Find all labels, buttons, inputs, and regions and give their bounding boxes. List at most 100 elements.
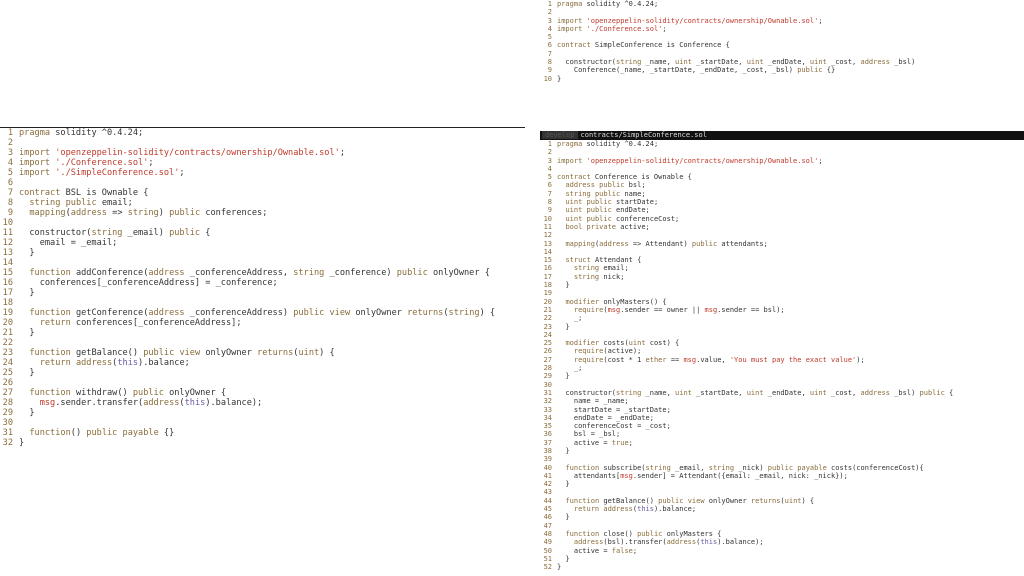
code-line[interactable]: 3 import 'openzeppelin-solidity/contracts… <box>0 148 525 158</box>
code-line[interactable]: 8 uint public startDate; <box>540 198 1024 206</box>
code-line[interactable]: 49 address(bsl).transfer(address(this).b… <box>540 538 1024 546</box>
code-line[interactable]: 24 <box>540 331 1024 339</box>
code-line[interactable]: 5 import './SimpleConference.sol'; <box>0 168 525 178</box>
code-line[interactable]: 1 pragma solidity ^0.4.24; <box>540 140 1024 148</box>
code-line[interactable]: 31 constructor(string _name, uint _start… <box>540 389 1024 397</box>
code-line[interactable]: 18 } <box>540 281 1024 289</box>
code-line[interactable]: 33 startDate = _startDate; <box>540 406 1024 414</box>
code-line[interactable]: 26 require(active); <box>540 347 1024 355</box>
code-line[interactable]: 20 return conferences[_conferenceAddress… <box>0 318 525 328</box>
code-line[interactable]: 9 mapping(address => string) public conf… <box>0 208 525 218</box>
code-line[interactable]: 42 } <box>540 480 1024 488</box>
code-line[interactable]: 24 return address(this).balance; <box>0 358 525 368</box>
code-line[interactable]: 26 <box>0 378 525 388</box>
code-line[interactable]: 44 function getBalance() public view onl… <box>540 497 1024 505</box>
code-line[interactable]: 14 <box>0 258 525 268</box>
code-line[interactable]: 23 } <box>540 323 1024 331</box>
code-line[interactable]: 4 <box>540 165 1024 173</box>
code-line[interactable]: 30 <box>540 381 1024 389</box>
code-line[interactable]: 4 import './Conference.sol'; <box>0 158 525 168</box>
code-line[interactable]: 32 name = _name; <box>540 397 1024 405</box>
code-line[interactable]: 40 function subscribe(string _email, str… <box>540 464 1024 472</box>
code-line[interactable]: 18 <box>0 298 525 308</box>
code-line[interactable]: 50 active = false; <box>540 547 1024 555</box>
code-line[interactable]: 37 active = true; <box>540 439 1024 447</box>
code-line[interactable]: 25 } <box>0 368 525 378</box>
code-line[interactable]: 21 require(msg.sender == owner || msg.se… <box>540 306 1024 314</box>
code-line[interactable]: 12 <box>540 231 1024 239</box>
code-line[interactable]: 38 } <box>540 447 1024 455</box>
code-line[interactable]: 2 <box>0 138 525 148</box>
file-path-tab[interactable]: contracts/SimpleConference.sol <box>578 131 710 139</box>
code-body[interactable]: 1 pragma solidity ^0.4.24; 2 3 import 'openz… <box>540 0 1024 83</box>
code-line[interactable]: 7 contract BSL is Ownable { <box>0 188 525 198</box>
code-body[interactable]: 1 pragma solidity ^0.4.24; 2 3 import 'openz… <box>0 128 525 448</box>
code-line[interactable]: 16 conferences[_conferenceAddress] = _co… <box>0 278 525 288</box>
code-line[interactable]: 8 constructor(string _name, uint _startD… <box>540 58 1024 66</box>
code-line[interactable]: 21 } <box>0 328 525 338</box>
code-line[interactable]: 39 <box>540 455 1024 463</box>
code-line[interactable]: 51 } <box>540 555 1024 563</box>
code-line[interactable]: 1 pragma solidity ^0.4.24; <box>540 0 1024 8</box>
code-line[interactable]: 32} <box>0 438 525 448</box>
code-line[interactable]: 4 import './Conference.sol'; <box>540 25 1024 33</box>
code-line[interactable]: 45 return address(this).balance; <box>540 505 1024 513</box>
code-line[interactable]: 52} <box>540 563 1024 571</box>
code-line[interactable]: 20 modifier onlyMasters() { <box>540 298 1024 306</box>
code-line[interactable]: 12 email = _email; <box>0 238 525 248</box>
code-line[interactable]: 27 require(cost * 1 ether == msg.value, … <box>540 356 1024 364</box>
editor-pane-conference[interactable]: develop contracts/SimpleConference.sol 1p… <box>540 131 1024 576</box>
code-line[interactable]: 23 function getBalance() public view onl… <box>0 348 525 358</box>
code-line[interactable]: 5 contract Conference is Ownable { <box>540 173 1024 181</box>
code-line[interactable]: 6 <box>0 178 525 188</box>
code-line[interactable]: 9 uint public endDate; <box>540 206 1024 214</box>
code-line[interactable]: 3 import 'openzeppelin-solidity/contracts… <box>540 157 1024 165</box>
code-line[interactable]: 46 } <box>540 513 1024 521</box>
code-line[interactable]: 22 _; <box>540 314 1024 322</box>
editor-pane-bsl[interactable]: 1 pragma solidity ^0.4.24; 2 3 import 'openz… <box>0 127 525 448</box>
code-line[interactable]: 15 struct Attendant { <box>540 256 1024 264</box>
code-line[interactable]: 9 Conference(_name, _startDate, _endDate… <box>540 66 1024 74</box>
code-line[interactable]: 28 _; <box>540 364 1024 372</box>
code-line[interactable]: 6 address public bsl; <box>540 181 1024 189</box>
code-line[interactable]: 34 endDate = _endDate; <box>540 414 1024 422</box>
code-line[interactable]: 1 pragma solidity ^0.4.24; <box>0 128 525 138</box>
code-line[interactable]: 15 function addConference(address _confe… <box>0 268 525 278</box>
branch-tab[interactable]: develop <box>542 131 578 139</box>
code-line[interactable]: 48 function close() public onlyMasters { <box>540 530 1024 538</box>
code-line[interactable]: 36 bsl = _bsl; <box>540 430 1024 438</box>
code-line[interactable]: 35 conferenceCost = _cost; <box>540 422 1024 430</box>
code-line[interactable]: 3 import 'openzeppelin-solidity/contracts… <box>540 17 1024 25</box>
code-line[interactable]: 6 contract SimpleConference is Conference… <box>540 41 1024 49</box>
code-line[interactable]: 19 function getConference(address _confe… <box>0 308 525 318</box>
code-line[interactable]: 7 string public name; <box>540 190 1024 198</box>
code-line[interactable]: 19 <box>540 289 1024 297</box>
code-line[interactable]: 14 <box>540 248 1024 256</box>
code-line[interactable]: 8 string public email; <box>0 198 525 208</box>
code-line[interactable]: 5 <box>540 33 1024 41</box>
code-line[interactable]: 47 <box>540 522 1024 530</box>
code-line[interactable]: 29 } <box>0 408 525 418</box>
code-line[interactable]: 17 string nick; <box>540 273 1024 281</box>
code-line[interactable]: 2 <box>540 148 1024 156</box>
code-line[interactable]: 16 string email; <box>540 264 1024 272</box>
code-line[interactable]: 43 <box>540 488 1024 496</box>
code-line[interactable]: 17 } <box>0 288 525 298</box>
code-line[interactable]: 2 <box>540 8 1024 16</box>
code-line[interactable]: 41 attendants[msg.sender] = Attendant({e… <box>540 472 1024 480</box>
code-line[interactable]: 13 mapping(address => Attendant) public … <box>540 240 1024 248</box>
editor-pane-simple-conference[interactable]: 1 pragma solidity ^0.4.24; 2 3 import 'openz… <box>540 0 1024 86</box>
code-line[interactable]: 28 msg.sender.transfer(address(this).bal… <box>0 398 525 408</box>
code-line[interactable]: 27 function withdraw() public onlyOwner … <box>0 388 525 398</box>
code-line[interactable]: 13 } <box>0 248 525 258</box>
code-line[interactable]: 10 <box>0 218 525 228</box>
code-line[interactable]: 10 uint public conferenceCost; <box>540 215 1024 223</box>
code-line[interactable]: 31 function() public payable {} <box>0 428 525 438</box>
code-line[interactable]: 7 <box>540 50 1024 58</box>
code-line[interactable]: 11 bool private active; <box>540 223 1024 231</box>
code-line[interactable]: 30 <box>0 418 525 428</box>
code-line[interactable]: 25 modifier costs(uint cost) { <box>540 339 1024 347</box>
code-line[interactable]: 10} <box>540 75 1024 83</box>
code-line[interactable]: 29 } <box>540 372 1024 380</box>
code-body[interactable]: 1 pragma solidity ^0.4.24; 2 3 import 'openz… <box>540 140 1024 571</box>
